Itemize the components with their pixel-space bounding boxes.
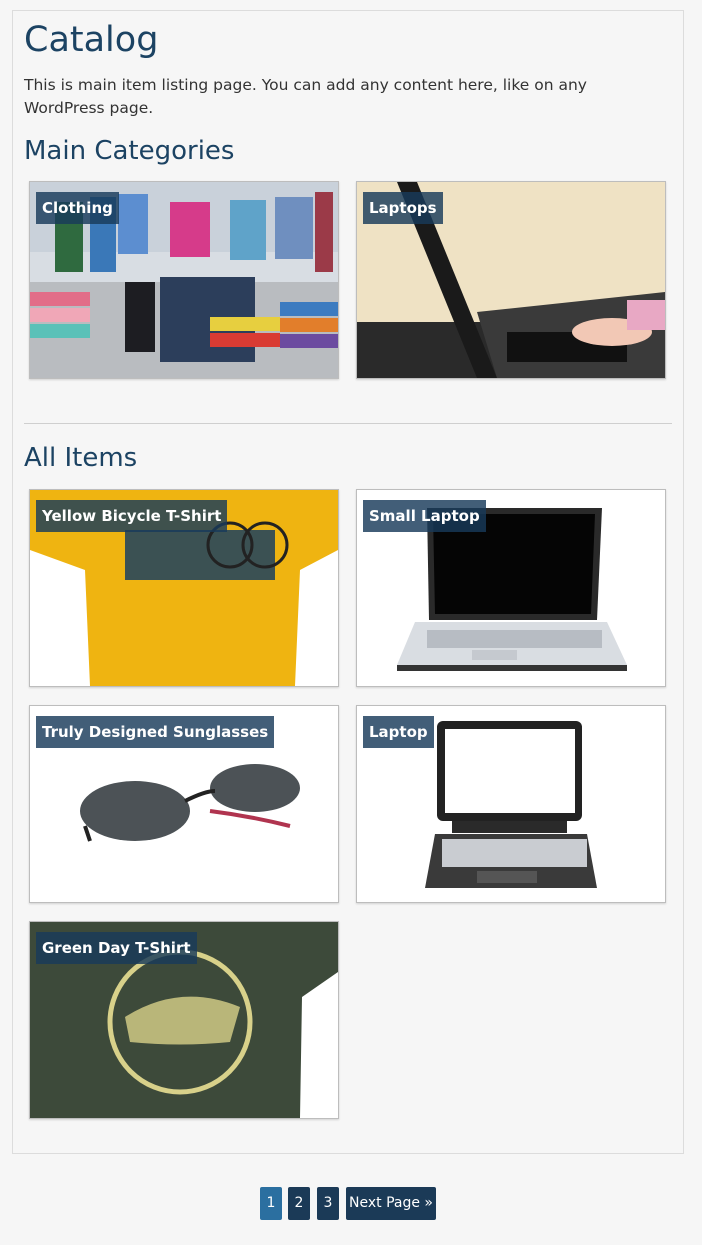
- category-label: Clothing: [36, 192, 119, 224]
- all-items-heading: All Items: [24, 443, 138, 473]
- item-tile-green-day-tshirt[interactable]: Green Day T-Shirt: [29, 921, 339, 1119]
- page-1-button[interactable]: 1: [260, 1187, 282, 1220]
- category-label: Laptops: [363, 192, 443, 224]
- item-label: Yellow Bicycle T-Shirt: [36, 500, 228, 532]
- page-3-button[interactable]: 3: [317, 1187, 339, 1220]
- pagination: 1 2 3 Next Page »: [0, 1187, 702, 1221]
- item-tile-small-laptop[interactable]: Small Laptop: [356, 489, 666, 687]
- section-divider: [24, 423, 672, 424]
- page-intro: This is main item listing page. You can …: [24, 76, 587, 117]
- page-title: Catalog: [24, 20, 159, 60]
- item-label: Laptop: [363, 716, 434, 748]
- item-tile-yellow-bicycle-tshirt[interactable]: Yellow Bicycle T-Shirt: [29, 489, 339, 687]
- item-label: Green Day T-Shirt: [36, 932, 197, 964]
- category-tile-clothing[interactable]: Clothing: [29, 181, 339, 379]
- next-page-button[interactable]: Next Page »: [346, 1187, 436, 1220]
- item-label: Truly Designed Sunglasses: [36, 716, 275, 748]
- category-tile-laptops[interactable]: Laptops: [356, 181, 666, 379]
- item-label: Small Laptop: [363, 500, 486, 532]
- page-2-button[interactable]: 2: [288, 1187, 310, 1220]
- item-tile-laptop[interactable]: Laptop: [356, 705, 666, 903]
- main-categories-heading: Main Categories: [24, 136, 235, 166]
- item-tile-sunglasses[interactable]: Truly Designed Sunglasses: [29, 705, 339, 903]
